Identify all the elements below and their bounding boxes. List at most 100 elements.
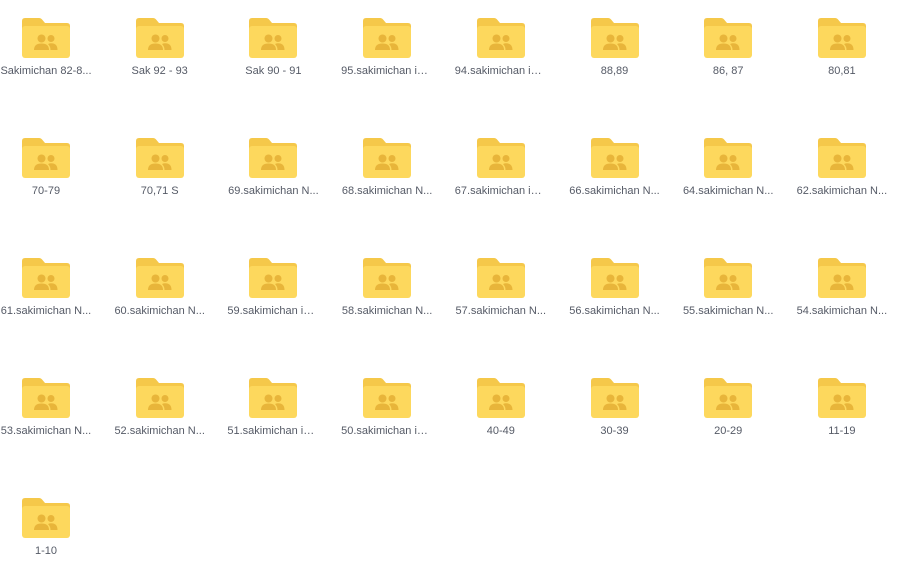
folder-item-19[interactable]: 59.sakimichan iss... [227,240,341,340]
folder-item-22[interactable]: 56.sakimichan N... [569,240,683,340]
folder-label: 64.sakimichan N... [682,185,774,197]
folder-item-30[interactable]: 30-39 [569,360,683,460]
folder-label: 68.sakimichan N... [341,185,433,197]
folder-label: 80,81 [828,65,856,77]
shared-folder-icon [816,257,868,299]
folder-item-10[interactable]: 70,71 S [114,120,228,220]
folder-label: 66.sakimichan N... [569,185,660,197]
folder-item-9[interactable]: 70-79 [0,120,114,220]
folder-label: 94.sakimichan iss... [454,65,547,77]
folder-label: 53.sakimichan N... [0,425,92,437]
folder-item-16[interactable]: 62.sakimichan N... [796,120,900,220]
folder-label: Sak 92 - 93 [131,65,188,77]
folder-label: 30-39 [600,425,629,437]
folder-label: 11-19 [828,425,856,437]
shared-folder-icon [816,137,868,179]
folder-label: 86, 87 [712,65,744,77]
folder-item-7[interactable]: 86, 87 [682,0,796,100]
folder-item-23[interactable]: 55.sakimichan N... [682,240,796,340]
shared-folder-icon [247,137,299,179]
folder-label: 40-49 [486,425,515,437]
folder-label: 54.sakimichan N... [796,305,888,317]
folder-item-26[interactable]: 52.sakimichan N... [114,360,228,460]
folder-label: 88,89 [600,65,629,77]
folder-label: 60.sakimichan N... [114,305,205,317]
folder-label: Sakimichan 82-8... [0,65,92,77]
folder-label: 70-79 [31,185,61,197]
folder-label: 67.sakimichan iss... [454,185,547,197]
folder-item-15[interactable]: 64.sakimichan N... [682,120,796,220]
shared-folder-icon [702,377,754,419]
folder-grid: Sakimichan 82-8... Sak 92 - 93 Sak 90 - … [0,0,900,583]
shared-folder-icon [134,257,186,299]
folder-label: 1-10 [34,545,58,557]
folder-item-13[interactable]: 67.sakimichan iss... [455,120,569,220]
shared-folder-icon [361,137,413,179]
shared-folder-icon [134,137,186,179]
folder-item-17[interactable]: 61.sakimichan N... [0,240,114,340]
folder-item-6[interactable]: 88,89 [569,0,683,100]
folder-label: Sak 90 - 91 [245,65,302,77]
shared-folder-icon [702,17,754,59]
folder-label: 52.sakimichan N... [114,425,205,437]
folder-label: 69.sakimichan N... [228,185,319,197]
shared-folder-icon [20,497,72,539]
shared-folder-icon [702,137,754,179]
folder-label: 62.sakimichan N... [796,185,888,197]
folder-item-27[interactable]: 51.sakimichan iss... [227,360,341,460]
shared-folder-icon [20,257,72,299]
folder-label: 20-29 [714,425,743,437]
shared-folder-icon [816,377,868,419]
shared-folder-icon [589,377,641,419]
shared-folder-icon [361,17,413,59]
folder-item-11[interactable]: 69.sakimichan N... [227,120,341,220]
shared-folder-icon [134,377,186,419]
folder-item-33[interactable]: 1-10 [0,480,114,580]
folder-label: 59.sakimichan iss... [227,305,320,317]
folder-item-20[interactable]: 58.sakimichan N... [341,240,455,340]
shared-folder-icon [247,257,299,299]
folder-item-29[interactable]: 40-49 [455,360,569,460]
shared-folder-icon [134,17,186,59]
folder-item-4[interactable]: 95.sakimichan iss... [341,0,455,100]
shared-folder-icon [475,137,527,179]
folder-label: 51.sakimichan iss... [227,425,320,437]
shared-folder-icon [589,257,641,299]
folder-label: 57.sakimichan N... [455,305,547,317]
folder-label: 55.sakimichan N... [682,305,774,317]
folder-item-1[interactable]: Sakimichan 82-8... [0,0,114,100]
folder-item-28[interactable]: 50.sakimichan iss... [341,360,455,460]
folder-label: 50.sakimichan iss... [341,425,434,437]
shared-folder-icon [816,17,868,59]
shared-folder-icon [20,17,72,59]
folder-item-21[interactable]: 57.sakimichan N... [455,240,569,340]
folder-item-3[interactable]: Sak 90 - 91 [227,0,341,100]
shared-folder-icon [361,377,413,419]
shared-folder-icon [247,17,299,59]
folder-item-5[interactable]: 94.sakimichan iss... [455,0,569,100]
folder-item-2[interactable]: Sak 92 - 93 [114,0,228,100]
folder-item-12[interactable]: 68.sakimichan N... [341,120,455,220]
folder-item-25[interactable]: 53.sakimichan N... [0,360,114,460]
folder-item-18[interactable]: 60.sakimichan N... [114,240,228,340]
shared-folder-icon [475,17,527,59]
shared-folder-icon [702,257,754,299]
folder-label: 95.sakimichan iss... [341,65,434,77]
folder-item-32[interactable]: 11-19 [796,360,900,460]
folder-label: 70,71 S [140,185,179,197]
shared-folder-icon [589,17,641,59]
folder-label: 61.sakimichan N... [0,305,92,317]
folder-item-8[interactable]: 80,81 [796,0,900,100]
shared-folder-icon [247,377,299,419]
folder-label: 58.sakimichan N... [341,305,433,317]
shared-folder-icon [589,137,641,179]
folder-item-31[interactable]: 20-29 [682,360,796,460]
folder-label: 56.sakimichan N... [569,305,660,317]
shared-folder-icon [361,257,413,299]
folder-item-14[interactable]: 66.sakimichan N... [569,120,683,220]
shared-folder-icon [475,257,527,299]
shared-folder-icon [475,377,527,419]
shared-folder-icon [20,377,72,419]
shared-folder-icon [20,137,72,179]
folder-item-24[interactable]: 54.sakimichan N... [796,240,900,340]
